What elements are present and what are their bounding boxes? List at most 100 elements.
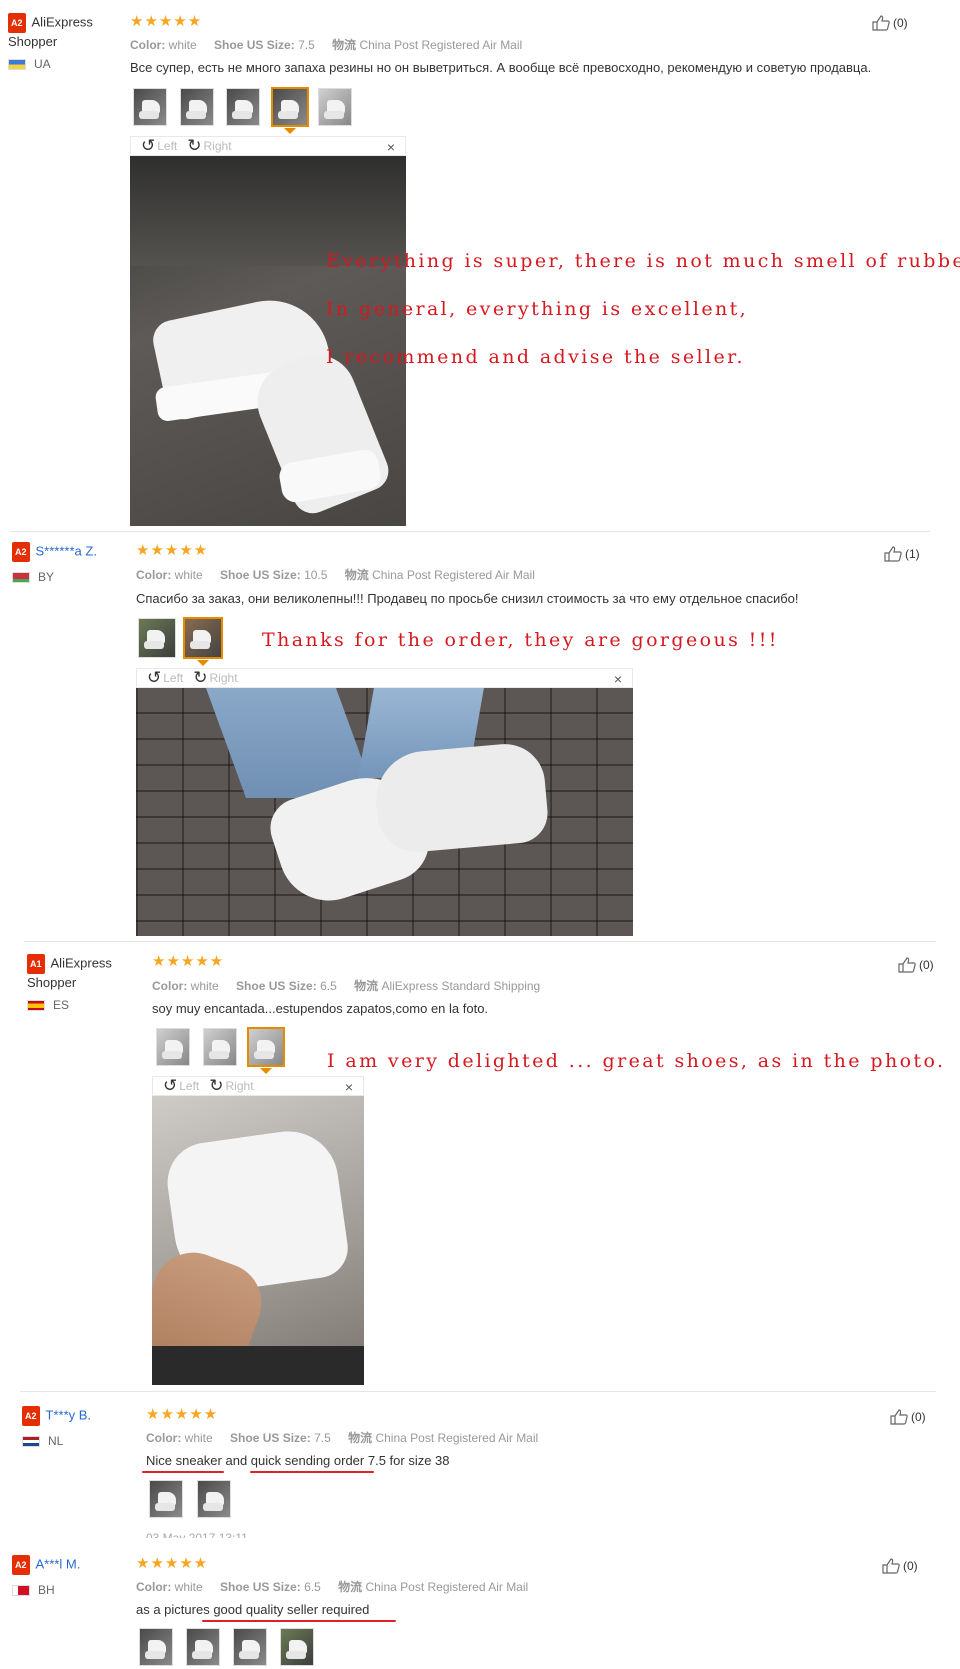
review-photo-thumb-selected[interactable]: [247, 1027, 285, 1067]
review-photo-thumb[interactable]: [186, 1628, 220, 1666]
review-photo-thumb[interactable]: [138, 618, 176, 658]
shoe-image: [203, 1503, 223, 1511]
star-rating: ★★★★★: [136, 1555, 209, 1572]
buyer-level-badge: A2: [8, 13, 26, 33]
reviewer-info: A2 A***l M. BH: [12, 1555, 132, 1597]
review-photo-large: [130, 156, 406, 526]
reviewer-info: A2 AliExpress Shopper UA: [8, 13, 108, 71]
review-text: Все супер, есть не много запаха резины н…: [130, 60, 872, 75]
photo-viewer-toolbar: ↺ Left ↻ Right ×: [130, 136, 406, 156]
star-rating: ★★★★★: [130, 13, 203, 30]
review-meta: Color: white Shoe US Size: 7.5 物流 China …: [130, 38, 523, 52]
thumbs-up-icon: [884, 546, 902, 562]
shoe-image: [209, 1051, 229, 1059]
helpful-button[interactable]: (1): [884, 546, 920, 562]
review-photo-thumb-selected[interactable]: [271, 87, 309, 127]
reviewer-info: A2 S******a Z. BY: [12, 542, 122, 584]
selected-caret: [284, 128, 296, 134]
rotate-left-button[interactable]: ↺ Left: [163, 1077, 199, 1094]
star-rating: ★★★★★: [136, 542, 209, 559]
reviewer-country: UA: [8, 57, 108, 71]
helpful-button[interactable]: (0): [872, 15, 908, 31]
star-rating: ★★★★★: [152, 953, 225, 970]
highlight-underline: [142, 1471, 224, 1473]
flag-icon: [12, 1584, 30, 1596]
review-photo-large: [136, 688, 633, 936]
review-meta: Color: white Shoe US Size: 10.5 物流 China…: [136, 568, 535, 582]
rotate-right-button[interactable]: ↻ Right: [187, 136, 231, 155]
translation-note: I recommend and advise the seller.: [326, 346, 745, 368]
shipping-icon: 物流: [338, 1580, 363, 1594]
rotate-right-button[interactable]: ↻ Right: [193, 668, 237, 687]
flag-icon: [8, 58, 26, 70]
close-viewer-button[interactable]: ×: [614, 669, 622, 689]
review-photo-thumb[interactable]: [156, 1028, 190, 1066]
review-photo-thumb[interactable]: [318, 88, 352, 126]
thumbs-up-icon: [890, 1409, 908, 1425]
review-text: as a pictures good quality seller requir…: [136, 1602, 370, 1617]
highlight-underline: [250, 1471, 374, 1473]
review-photo-thumb[interactable]: [180, 88, 214, 126]
rotate-right-icon: ↻: [187, 136, 202, 155]
shipping-icon: 物流: [354, 979, 379, 993]
review-divider: [10, 531, 930, 532]
review-photo-thumb[interactable]: [139, 1628, 173, 1666]
shoe-image: [155, 1503, 175, 1511]
review-photo-thumb-selected[interactable]: [183, 617, 223, 659]
thumbs-up-icon: [882, 1558, 900, 1574]
selected-caret: [197, 660, 209, 666]
review-photo-thumb[interactable]: [133, 88, 167, 126]
reviewer-name[interactable]: A2 S******a Z.: [12, 542, 122, 562]
shipping-icon: 物流: [348, 1431, 373, 1445]
shoe-image: [139, 111, 159, 119]
review-photo-large: [152, 1096, 364, 1385]
close-viewer-button[interactable]: ×: [345, 1077, 353, 1097]
review-divider: [20, 1391, 936, 1392]
rotate-left-button[interactable]: ↺ Left: [141, 137, 177, 154]
rotate-left-icon: ↺: [147, 668, 162, 687]
reviewer-name[interactable]: A2 A***l M.: [12, 1555, 132, 1575]
review-photo-thumb[interactable]: [149, 1480, 183, 1518]
review-photo-thumb[interactable]: [280, 1628, 314, 1666]
reviewer-country: BY: [12, 570, 122, 584]
shoe-image: [324, 111, 344, 119]
review-text: soy muy encantada...estupendos zapatos,c…: [152, 1001, 489, 1016]
reviewer-name: A1 AliExpress Shopper: [27, 954, 112, 990]
photo-background: [152, 1346, 364, 1385]
reviewer-info: A2 T***y B. NL: [22, 1406, 132, 1448]
review-text: Спасибо за заказ, они великолепны!!! Про…: [136, 591, 799, 606]
shoe-image: [190, 641, 210, 649]
shipping-icon: 物流: [332, 38, 357, 52]
buyer-level-badge: A1: [27, 954, 45, 974]
review-date: 03 May 2017 13:11: [146, 1531, 248, 1538]
rotate-left-button[interactable]: ↺ Left: [147, 668, 183, 687]
review-meta: Color: white Shoe US Size: 7.5 物流 China …: [146, 1431, 539, 1445]
translation-note: Everything is super, there is not much s…: [326, 250, 960, 272]
reviewer-name[interactable]: A2 T***y B.: [22, 1406, 132, 1426]
review-text: Nice sneaker and quick sending order 7.5…: [146, 1453, 450, 1468]
reviewer-country: BH: [12, 1583, 132, 1597]
buyer-level-badge: A2: [22, 1406, 40, 1426]
review-photo-thumb[interactable]: [203, 1028, 237, 1066]
rotate-right-button[interactable]: ↻ Right: [209, 1076, 253, 1095]
review-meta: Color: white Shoe US Size: 6.5 物流 AliExp…: [152, 979, 541, 993]
reviewer-country: NL: [22, 1434, 132, 1448]
review-photo-thumb[interactable]: [233, 1628, 267, 1666]
highlight-underline: [202, 1620, 396, 1622]
shoe-image: [278, 111, 298, 119]
rotate-right-icon: ↻: [193, 668, 208, 687]
shoe-image: [239, 1651, 259, 1659]
review-meta: Color: white Shoe US Size: 6.5 物流 China …: [136, 1580, 529, 1594]
helpful-button[interactable]: (0): [890, 1409, 926, 1425]
reviewer-country: ES: [27, 998, 127, 1012]
translation-note: I am very delighted ... great shoes, as …: [327, 1050, 946, 1072]
helpful-button[interactable]: (0): [898, 957, 934, 973]
review-photo-thumb[interactable]: [197, 1480, 231, 1518]
helpful-button[interactable]: (0): [882, 1558, 918, 1574]
shoe-image: [162, 1051, 182, 1059]
close-viewer-button[interactable]: ×: [387, 137, 395, 157]
flag-icon: [27, 999, 45, 1011]
rotate-right-icon: ↻: [209, 1076, 224, 1095]
review-photo-thumb[interactable]: [226, 88, 260, 126]
flag-icon: [22, 1435, 40, 1447]
